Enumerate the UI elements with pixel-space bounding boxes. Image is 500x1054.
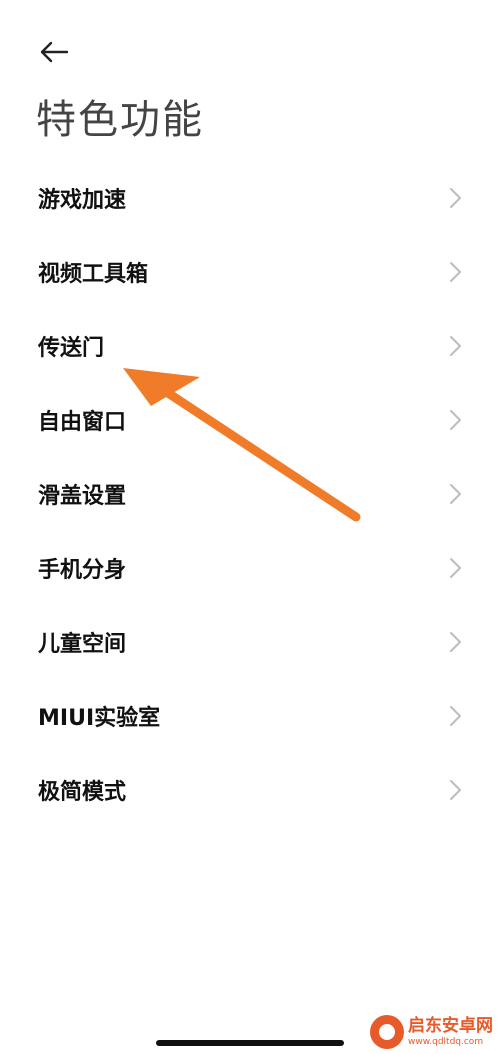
chevron-right-icon	[450, 780, 461, 800]
watermark-logo-icon	[370, 1015, 404, 1049]
chevron-right-icon	[450, 262, 461, 282]
watermark-url: www.qdltdq.com	[408, 1037, 484, 1047]
watermark-name: 启东安卓网	[408, 1016, 493, 1036]
chevron-right-icon	[450, 558, 461, 578]
list-item-portal[interactable]: 传送门	[0, 309, 500, 383]
chevron-right-icon	[450, 336, 461, 356]
chevron-right-icon	[450, 632, 461, 652]
list-item-game-boost[interactable]: 游戏加速	[0, 161, 500, 235]
chevron-right-icon	[450, 706, 461, 726]
screen: 特色功能 游戏加速 视频工具箱 传送门 自由窗口 滑盖设置 手机分身 儿童空间	[0, 0, 500, 1054]
list-item-slider-settings[interactable]: 滑盖设置	[0, 457, 500, 531]
list-item-label: 滑盖设置	[38, 484, 127, 509]
watermark-text: 启东安卓网 www.qdltdq.com	[408, 1016, 493, 1048]
list-item-label: 极简模式	[38, 780, 127, 805]
list-item-label: 视频工具箱	[38, 262, 149, 287]
list-item-simple-mode[interactable]: 极简模式	[0, 753, 500, 827]
arrow-left-icon	[40, 41, 69, 63]
list-item-video-toolbox[interactable]: 视频工具箱	[0, 235, 500, 309]
list-item-label: 自由窗口	[38, 410, 127, 435]
list-item-label: 传送门	[38, 336, 105, 361]
list-item-label: 手机分身	[38, 558, 127, 583]
list-item-miui-lab[interactable]: MIUI实验室	[0, 679, 500, 753]
home-indicator[interactable]	[156, 1040, 344, 1046]
back-button[interactable]	[30, 30, 78, 74]
list-item-free-window[interactable]: 自由窗口	[0, 383, 500, 457]
chevron-right-icon	[450, 188, 461, 208]
feature-list: 游戏加速 视频工具箱 传送门 自由窗口 滑盖设置 手机分身 儿童空间 MIUI实…	[0, 161, 500, 827]
chevron-right-icon	[450, 410, 461, 430]
chevron-right-icon	[450, 484, 461, 504]
page-title: 特色功能	[36, 97, 204, 143]
list-item-label: MIUI实验室	[38, 706, 161, 731]
list-item-dual-apps[interactable]: 手机分身	[0, 531, 500, 605]
list-item-label: 游戏加速	[38, 188, 127, 213]
watermark: 启东安卓网 www.qdltdq.com	[370, 1010, 498, 1054]
list-item-kids-space[interactable]: 儿童空间	[0, 605, 500, 679]
list-item-label: 儿童空间	[38, 632, 127, 657]
